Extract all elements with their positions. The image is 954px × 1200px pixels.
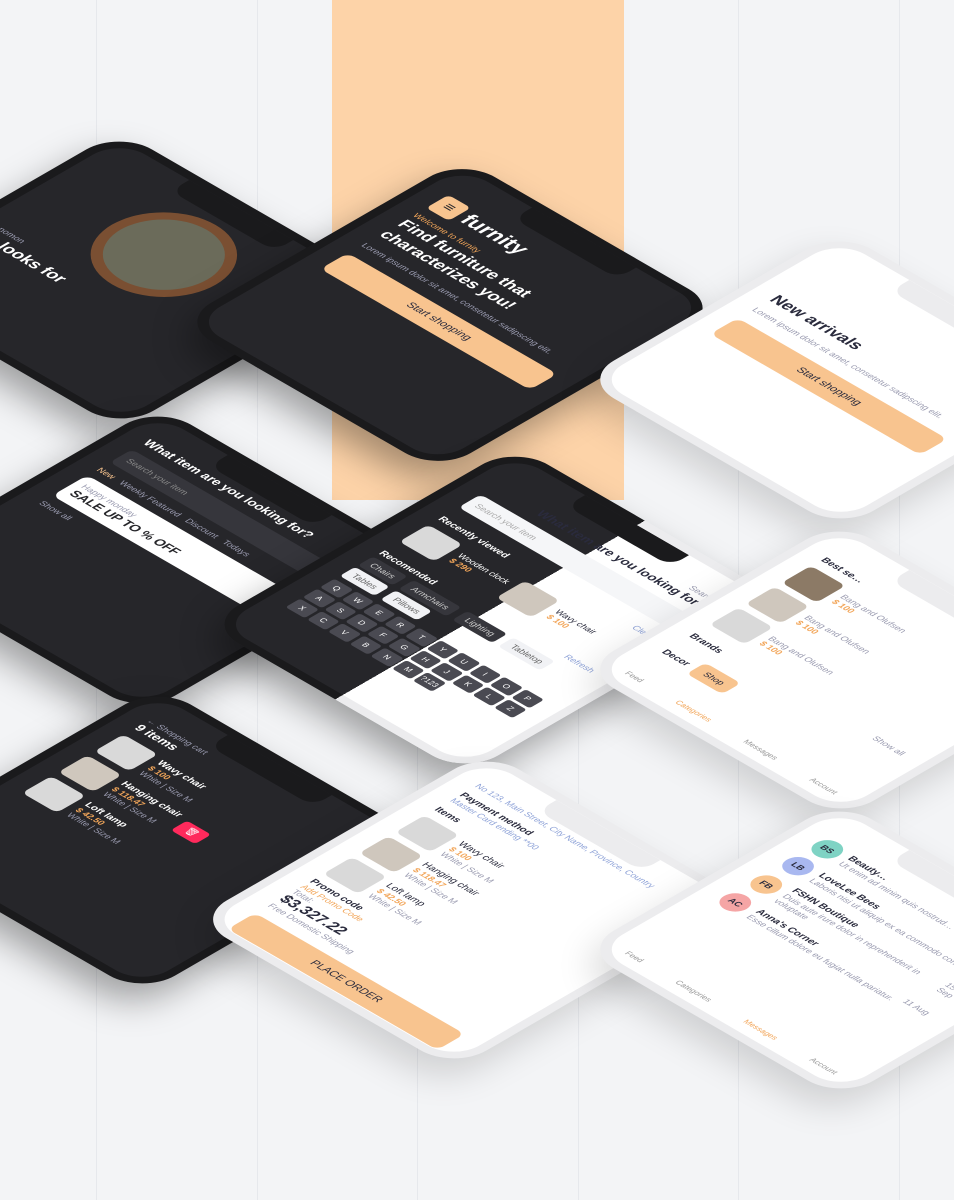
tab-new[interactable]: New — [94, 466, 118, 480]
phone-welcome: ≡ furnity Welcome to furnity Find furnitu… — [178, 158, 722, 472]
avatar: AC — [712, 889, 758, 916]
tab-feed[interactable]: Feed — [623, 670, 647, 684]
avatar: LB — [775, 853, 821, 880]
delete-icon[interactable]: 🗑 — [170, 820, 212, 845]
show-all-link[interactable]: Show all — [870, 735, 908, 757]
tab-account[interactable]: Account — [807, 1057, 840, 1076]
message-time: 15 Sep — [934, 981, 954, 1000]
tab-account[interactable]: Account — [807, 777, 840, 796]
brand-logo[interactable]: Decor — [659, 648, 693, 668]
tab-messages[interactable]: Messages — [741, 738, 780, 761]
shop-button[interactable]: Shop — [686, 662, 742, 695]
tab-feed[interactable]: Feed — [623, 950, 647, 964]
screen: ≡ furnity Welcome to furnity Find furnitu… — [193, 167, 707, 463]
avatar: FB — [744, 871, 790, 898]
avatar: BS — [804, 836, 850, 863]
tab-messages[interactable]: Messages — [741, 1018, 780, 1041]
message-time: 11 Aug — [900, 997, 933, 1017]
mockup-stage: nomon …looks for ≡ furnity Welcome to fur… — [0, 0, 954, 1200]
tab-categories[interactable]: Categories — [673, 699, 714, 723]
tab-categories[interactable]: Categories — [673, 979, 714, 1003]
